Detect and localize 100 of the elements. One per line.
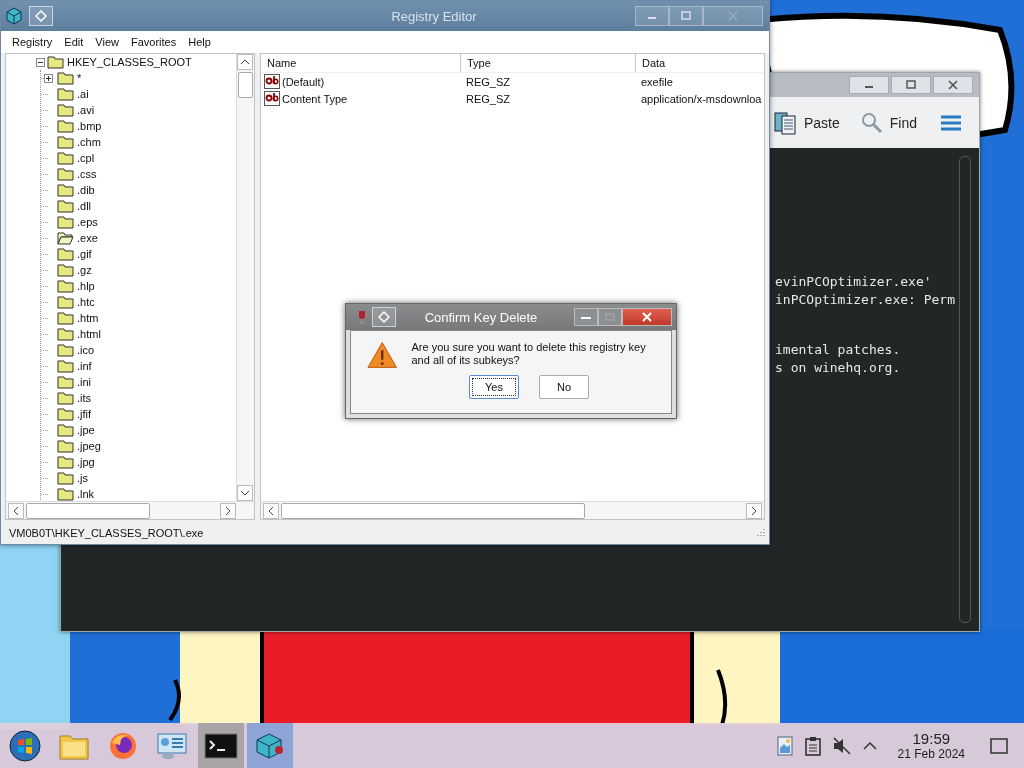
scroll-up-button[interactable] <box>237 54 253 70</box>
tree-item[interactable]: .cpl <box>76 152 96 164</box>
tree-item[interactable]: .jpeg <box>76 440 102 452</box>
tree-item[interactable]: .avi <box>76 104 96 116</box>
muted-speaker-icon[interactable] <box>831 735 852 756</box>
terminal-icon[interactable] <box>204 732 238 759</box>
menu-item[interactable]: View <box>95 36 119 48</box>
scroll-left-button[interactable] <box>263 502 279 519</box>
menu-item[interactable]: Registry <box>12 36 53 48</box>
table-cell-text: REG_SZ <box>465 75 511 88</box>
dialog-message: Are you sure you want to delete this registry key and all of its subkeys? <box>411 341 647 367</box>
tree-item[interactable]: .htc <box>76 296 96 308</box>
tree-item[interactable]: .dll <box>76 200 93 212</box>
tree-item[interactable]: .lnk <box>76 488 96 500</box>
minimize-button[interactable] <box>635 6 669 26</box>
maximize-button[interactable] <box>669 6 703 26</box>
terminal-taskbar-button[interactable] <box>198 723 244 768</box>
wine-glass-icon[interactable] <box>356 309 368 325</box>
notes-icon[interactable] <box>775 735 794 756</box>
scroll-right-button[interactable] <box>746 502 762 519</box>
menu-item[interactable]: Help <box>188 36 211 48</box>
maximize-button[interactable] <box>891 76 931 94</box>
caret-right-icon <box>751 505 757 516</box>
app-icon[interactable] <box>5 7 23 25</box>
string-value-icon <box>264 91 280 106</box>
scroll-down-button[interactable] <box>237 485 253 501</box>
caret-up-icon[interactable] <box>862 740 877 751</box>
browser-icon[interactable] <box>108 730 138 761</box>
terminal-line: evinPCOptimizer.exe' <box>775 273 933 291</box>
close-button[interactable] <box>622 308 672 326</box>
tree-item[interactable]: .gif <box>76 248 93 260</box>
scrollbar-thumb[interactable] <box>238 72 253 98</box>
minimize-button[interactable] <box>574 308 598 326</box>
clock-date[interactable]: 21 Feb 2024 <box>897 746 965 761</box>
table-cell-text: REG_SZ <box>465 92 511 105</box>
caret-left-icon <box>268 505 274 516</box>
maximize-icon <box>905 80 917 90</box>
clipboard-icon[interactable] <box>804 735 821 756</box>
horizontal-scrollbar[interactable] <box>261 501 764 519</box>
close-icon <box>641 312 653 322</box>
caret-up-icon <box>240 59 250 65</box>
search-icon <box>859 110 884 135</box>
tree-item[interactable]: .jpg <box>76 456 96 468</box>
menu-icon[interactable] <box>941 114 961 131</box>
expand-toggle[interactable] <box>44 73 53 83</box>
horizontal-scrollbar[interactable] <box>6 501 254 519</box>
tree-item[interactable]: .ini <box>76 376 93 388</box>
show-desktop-icon[interactable] <box>990 737 1008 754</box>
tree-item[interactable]: .dib <box>76 184 96 196</box>
menu-item[interactable]: Favorites <box>130 36 177 48</box>
tree-item[interactable]: .chm <box>76 136 102 148</box>
maximize-icon <box>680 11 692 21</box>
no-button[interactable]: No <box>539 375 589 399</box>
resize-grip-icon[interactable] <box>755 528 765 538</box>
column-header[interactable]: Name <box>261 54 461 72</box>
cube-icon[interactable] <box>255 731 285 760</box>
tree-item[interactable]: .bmp <box>76 120 103 132</box>
minimize-button[interactable] <box>849 76 889 94</box>
tree-item[interactable]: .jfif <box>76 408 93 420</box>
scroll-right-button[interactable] <box>220 502 236 519</box>
caret-left-icon <box>13 505 19 516</box>
tree-item[interactable]: .eps <box>76 216 99 228</box>
vertical-scrollbar[interactable] <box>236 54 254 501</box>
tree-item[interactable]: .hlp <box>76 280 96 292</box>
tree-item[interactable]: .ico <box>76 344 96 356</box>
registry-taskbar-button[interactable] <box>247 723 293 768</box>
tree-item[interactable]: .ai <box>76 88 90 100</box>
table-cell[interactable]: Content Type <box>282 92 348 105</box>
tree-item[interactable]: .jpe <box>76 424 96 436</box>
tree-item[interactable]: .its <box>76 392 93 404</box>
tree-item[interactable]: .exe <box>76 232 99 244</box>
yes-button[interactable]: Yes <box>469 375 519 399</box>
scrollbar[interactable] <box>959 156 971 623</box>
tree-item[interactable]: .inf <box>76 360 93 372</box>
window-menu-button[interactable] <box>29 6 53 26</box>
column-header[interactable]: Type <box>461 54 636 72</box>
tree-item[interactable]: .css <box>76 168 98 180</box>
scrollbar-thumb[interactable] <box>26 502 150 519</box>
start-orb-icon[interactable] <box>9 729 41 762</box>
tree-item[interactable]: * <box>76 72 83 84</box>
window-menu-button[interactable] <box>372 307 396 327</box>
paste-button[interactable]: Paste <box>769 107 842 138</box>
tree-item[interactable]: .html <box>76 328 102 340</box>
close-icon <box>727 11 739 21</box>
tree-item[interactable]: .gz <box>76 264 93 276</box>
scrollbar-thumb[interactable] <box>281 502 585 519</box>
tree-item[interactable]: .js <box>76 472 89 484</box>
close-button[interactable] <box>933 76 973 94</box>
tree-item[interactable]: HKEY_CLASSES_ROOT <box>66 56 193 68</box>
monitor-icon[interactable] <box>156 730 188 761</box>
column-header[interactable]: Data <box>636 54 764 72</box>
clock-time[interactable]: 19:59 <box>912 730 951 747</box>
diamond-icon <box>378 311 390 323</box>
window-title: Confirm Key Delete <box>424 309 538 325</box>
collapse-toggle[interactable] <box>36 57 45 67</box>
table-cell[interactable]: (Default) <box>282 75 325 88</box>
menu-item[interactable]: Edit <box>64 36 84 48</box>
find-button[interactable]: Find <box>857 108 919 137</box>
scroll-left-button[interactable] <box>8 502 24 519</box>
tree-item[interactable]: .htm <box>76 312 100 324</box>
